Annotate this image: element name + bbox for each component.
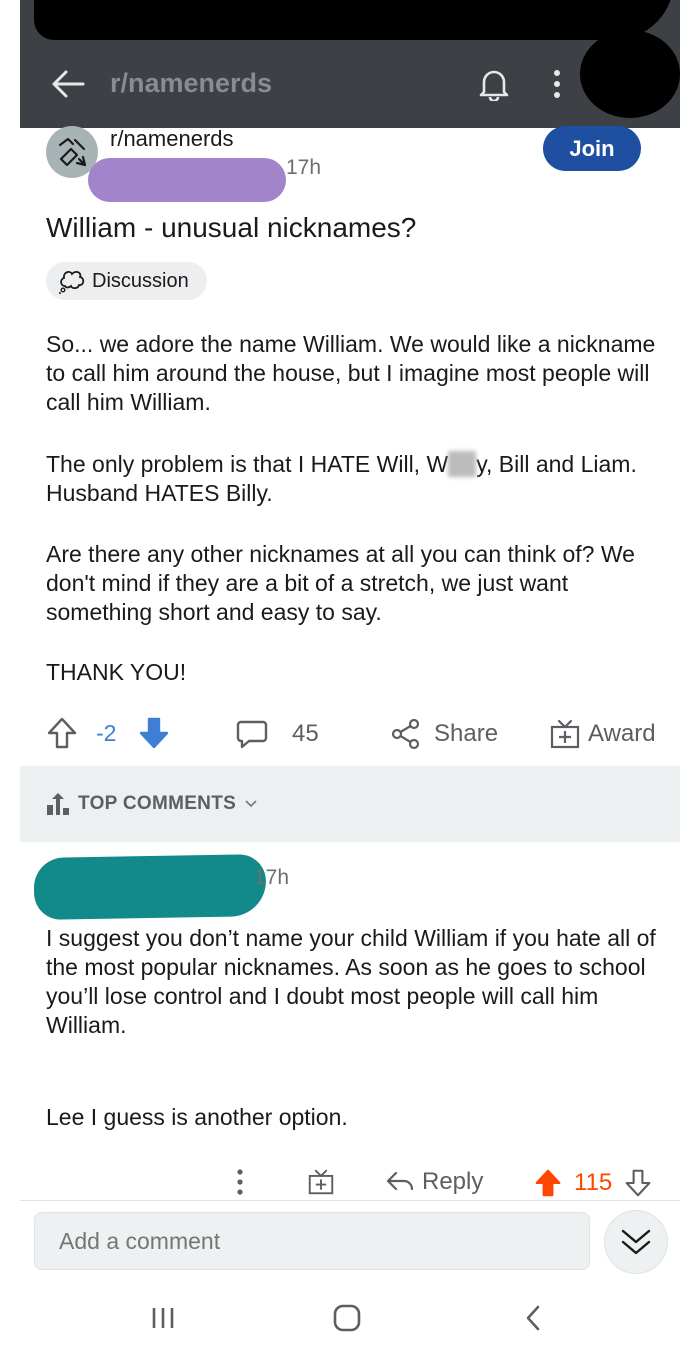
reply-label: Reply bbox=[422, 1168, 484, 1195]
downvote-arrow-icon[interactable] bbox=[624, 1168, 652, 1198]
comments-button[interactable]: 45 bbox=[236, 718, 319, 750]
share-button[interactable]: Share bbox=[390, 718, 498, 750]
comment-body-paragraph: I suggest you don’t name your child Will… bbox=[46, 925, 656, 1038]
subreddit-logo-icon bbox=[58, 137, 87, 167]
award-label: Award bbox=[588, 720, 656, 747]
join-button[interactable]: Join bbox=[543, 126, 641, 171]
double-chevron-down-icon bbox=[621, 1229, 651, 1255]
flair-label: Discussion bbox=[92, 269, 189, 292]
subreddit-name[interactable]: r/namenerds bbox=[110, 126, 234, 152]
post-body-paragraph: So... we adore the name William. We woul… bbox=[46, 331, 656, 415]
post-body-text: The only problem is that I HATE Will, W bbox=[46, 451, 449, 477]
back-button[interactable] bbox=[48, 64, 88, 104]
post-body-paragraph: The only problem is that I HATE Will, W y… bbox=[46, 450, 666, 508]
share-icon bbox=[391, 718, 420, 750]
comment-timestamp: 17h bbox=[254, 866, 290, 889]
post-body-text: Husband HATES Billy. bbox=[46, 480, 273, 506]
post-body-paragraph: Are there any other nicknames at all you… bbox=[46, 541, 635, 625]
app-bar: r/namenerds bbox=[20, 0, 680, 128]
comment-more-button[interactable] bbox=[236, 1168, 244, 1196]
thought-bubble-icon bbox=[59, 270, 85, 294]
award-button[interactable]: Award bbox=[550, 718, 656, 750]
gift-icon bbox=[308, 1169, 334, 1195]
comment-score: 115 bbox=[574, 1169, 613, 1196]
collapse-comments-button[interactable] bbox=[604, 1210, 668, 1274]
blurred-text bbox=[448, 451, 477, 477]
comment-count: 45 bbox=[292, 720, 319, 747]
recent-apps-button[interactable] bbox=[138, 1294, 188, 1342]
reply-button[interactable]: Reply bbox=[386, 1168, 483, 1196]
upvote-arrow-icon[interactable] bbox=[46, 716, 78, 750]
upvote-arrow-icon[interactable] bbox=[534, 1168, 562, 1198]
share-label: Share bbox=[434, 720, 499, 747]
post-flair[interactable]: Discussion bbox=[46, 262, 207, 300]
bell-icon bbox=[479, 70, 509, 101]
app-bar-title: r/namenerds bbox=[110, 68, 273, 98]
commenter-redaction bbox=[33, 853, 267, 921]
more-vertical-icon bbox=[554, 70, 560, 98]
downvote-arrow-icon[interactable] bbox=[138, 716, 170, 750]
recent-apps-icon bbox=[152, 1308, 174, 1328]
username-redaction-mark bbox=[88, 158, 286, 202]
redaction-blob bbox=[580, 30, 680, 118]
comment-vote-group: 115 bbox=[534, 1168, 652, 1198]
vote-group: -2 bbox=[46, 716, 170, 750]
home-button[interactable] bbox=[322, 1294, 372, 1342]
post-timestamp: 17h bbox=[286, 156, 322, 179]
vote-score: -2 bbox=[96, 719, 117, 746]
top-rank-icon bbox=[47, 793, 69, 815]
post-body-paragraph: THANK YOU! bbox=[46, 659, 187, 685]
post-title[interactable]: William - unusual nicknames? bbox=[46, 212, 646, 244]
comment-body-paragraph: Lee I guess is another option. bbox=[46, 1104, 348, 1130]
post-body-text: y, Bill and Liam. bbox=[476, 451, 637, 477]
system-back-button[interactable] bbox=[508, 1294, 558, 1342]
divider bbox=[20, 1200, 680, 1201]
chevron-down-icon bbox=[245, 800, 257, 808]
left-gutter bbox=[0, 0, 20, 1357]
reddit-post-screen: r/namenerds r/namenerds 17h Join William… bbox=[20, 0, 680, 1357]
reply-arrow-icon bbox=[386, 1171, 414, 1191]
notification-button[interactable] bbox=[472, 62, 516, 106]
sort-label: TOP COMMENTS bbox=[78, 793, 237, 814]
comment-bubble-icon bbox=[236, 720, 268, 749]
right-gutter bbox=[680, 0, 700, 1357]
add-comment-input[interactable] bbox=[34, 1212, 590, 1270]
comment-award-button[interactable] bbox=[308, 1168, 334, 1196]
redaction-scribble bbox=[34, 0, 674, 40]
chevron-left-icon bbox=[526, 1305, 540, 1331]
arrow-left-icon bbox=[52, 70, 85, 98]
more-options-button[interactable] bbox=[542, 62, 572, 106]
gift-icon bbox=[550, 719, 580, 749]
comments-sort-button[interactable]: TOP COMMENTS bbox=[46, 792, 258, 816]
home-icon bbox=[333, 1304, 361, 1332]
more-vertical-icon bbox=[237, 1169, 243, 1195]
